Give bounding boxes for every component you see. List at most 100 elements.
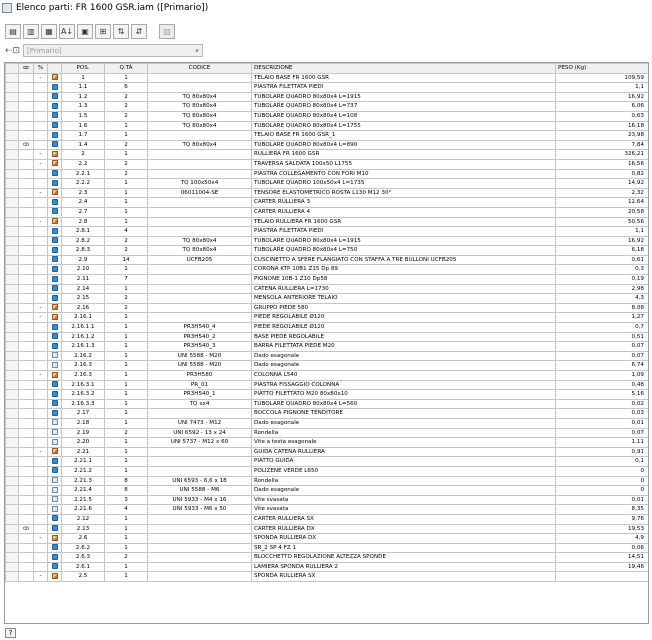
table-row[interactable]: 2.6.1 1 LAMIERA SPONDA RULLIERA 2 19,46 <box>5 561 648 573</box>
header-percent-col[interactable]: % <box>33 63 48 74</box>
tool-button-3[interactable]: ▦ <box>41 24 57 39</box>
table-row[interactable]: 1.3 2 TQ 80x80x4 TUBOLARE QUADRO 80x80x4 L=… <box>5 101 648 112</box>
table-row[interactable]: 2.14 1 CATENA RULLIERA L=1730 2,98 <box>5 283 648 295</box>
table-row[interactable]: - 2.2 2 TRAVERSA SALDATA 100x50 L1755 16,56 <box>5 158 648 170</box>
row-selector[interactable] <box>5 446 19 458</box>
chevron-down-icon[interactable]: ▾ <box>192 47 202 55</box>
row-selector[interactable] <box>5 187 19 199</box>
row-selector[interactable] <box>5 110 19 122</box>
row-selector[interactable] <box>5 312 19 324</box>
table-row[interactable]: 2.11 7 PIGNONE 10B-1 Z10 Dp58 0,19 <box>5 274 648 285</box>
row-expand-cell[interactable] <box>33 465 48 477</box>
header-link-icon-col[interactable]: ꝏ <box>18 63 34 74</box>
row-expand-cell[interactable] <box>33 206 48 218</box>
row-expand-cell[interactable] <box>33 456 48 467</box>
row-selector[interactable] <box>5 91 19 103</box>
row-expand-cell[interactable] <box>33 398 48 410</box>
row-expand-cell[interactable] <box>33 322 48 333</box>
row-selector[interactable] <box>5 101 19 112</box>
table-row[interactable]: 2.21.2 1 POLIZENE VERDE L650 0 <box>5 465 648 477</box>
row-selector[interactable] <box>5 216 19 228</box>
row-expand-cell[interactable] <box>33 475 48 487</box>
row-expand-cell[interactable]: - <box>33 302 48 314</box>
tool-button-9[interactable]: ▨ <box>159 24 175 39</box>
table-row[interactable]: 2.16.1.2 1 PR3H540_2 BASE PIEDE REGOLABILE 0… <box>5 331 648 343</box>
table-row[interactable]: - 2.8 1 TELAIO RULLIERA FR 1600 GSR 50,56 <box>5 216 648 228</box>
row-expand-cell[interactable] <box>33 178 48 189</box>
expand-toggle[interactable]: - <box>39 218 41 225</box>
row-expand-cell[interactable]: - <box>33 187 48 199</box>
tool-button-1[interactable]: ▤ <box>5 24 21 39</box>
table-row[interactable]: 2.21.4 8 UNI 5588 - M6 Dado esagonale 0 <box>5 485 648 496</box>
row-selector[interactable] <box>5 274 19 285</box>
header-code[interactable]: CODICE <box>147 63 252 74</box>
row-selector[interactable] <box>5 283 19 295</box>
expand-toggle[interactable]: - <box>39 573 41 580</box>
table-row[interactable]: 2.21.6 4 UNI 5933 - M6 x 50 Vite svasata 8,3… <box>5 504 648 515</box>
row-expand-cell[interactable]: - <box>33 370 48 381</box>
table-row[interactable]: 2.8.2 2 TQ 80x80x4 TUBOLARE QUADRO 80x80x4 … <box>5 235 648 247</box>
representation-dropdown[interactable]: [Primario] ▾ <box>23 44 203 57</box>
row-selector[interactable] <box>5 197 19 208</box>
row-expand-cell[interactable] <box>33 130 48 141</box>
row-selector[interactable] <box>5 341 19 352</box>
table-row[interactable]: ꝏ 2.13 1 CARTER RULLIERA DX 19,53 <box>5 523 648 535</box>
table-row[interactable]: 2.10 1 CORONA KTP 10B1 Z15 Dp 89 0,3 <box>5 264 648 276</box>
row-expand-cell[interactable] <box>33 437 48 448</box>
tool-button-2[interactable]: ▥ <box>23 24 39 39</box>
table-row[interactable]: 2.12 1 CARTER RULLIERA SX 9,76 <box>5 513 648 525</box>
row-selector[interactable] <box>5 437 19 448</box>
table-row[interactable]: - 2.16.3 1 PR3H580 COLONNA L540 1,09 <box>5 370 648 381</box>
row-expand-cell[interactable] <box>33 110 48 122</box>
row-expand-cell[interactable] <box>33 139 48 151</box>
row-selector[interactable] <box>5 408 19 419</box>
row-selector[interactable] <box>5 389 19 400</box>
row-expand-cell[interactable] <box>33 552 48 563</box>
row-selector[interactable] <box>5 523 19 535</box>
header-pos[interactable]: POS. <box>61 63 105 74</box>
table-row[interactable]: 2.9 14 UCFB205 CUSCINETTO A SFERE FLANGIATO… <box>5 254 648 266</box>
tool-button-7[interactable]: ⇅ <box>113 24 129 39</box>
row-selector[interactable] <box>5 226 19 237</box>
row-expand-cell[interactable] <box>33 120 48 132</box>
tool-button-8[interactable]: ⇵ <box>131 24 147 39</box>
row-expand-cell[interactable] <box>33 542 48 554</box>
expand-toggle[interactable]: - <box>39 160 41 167</box>
row-selector[interactable] <box>5 379 19 391</box>
row-expand-cell[interactable] <box>33 504 48 515</box>
row-selector[interactable] <box>5 370 19 381</box>
table-row[interactable]: 2.2.1 2 PIASTRA COLLEGAMENTO CON FORI M10 0… <box>5 168 648 180</box>
row-expand-cell[interactable] <box>33 245 48 256</box>
row-expand-cell[interactable] <box>33 274 48 285</box>
table-row[interactable]: 2.16.1.3 1 PR3H540_3 BARRA FILETTATA PIEDE … <box>5 341 648 352</box>
table-row[interactable]: 2.2.2 1 TQ 100x50x4 TUBOLARE QUADRO 100x50x… <box>5 178 648 189</box>
table-row[interactable]: 2.17 1 BOCCOLA PIGNONE TENDITORE 0,03 <box>5 408 648 419</box>
expand-toggle[interactable]: - <box>39 74 41 81</box>
row-selector[interactable] <box>5 561 19 573</box>
expand-toggle[interactable]: - <box>39 304 41 311</box>
row-selector[interactable] <box>5 264 19 276</box>
row-selector[interactable] <box>5 456 19 467</box>
table-row[interactable]: 2.6.3 2 BLOCCHETTO REGOLAZIONE ALTEZZA SPO… <box>5 552 648 563</box>
table-row[interactable]: 1.5 2 TQ 80x80x4 TUBOLARE QUADRO 80x80x4 L=… <box>5 110 648 122</box>
table-row[interactable]: 2.16.3 1 UNI 5588 - M20 Dado esagonale 6,74 <box>5 360 648 371</box>
table-row[interactable]: - 2.3 1 06011004-SE TENSORE ELASTOMETRICO RO… <box>5 187 648 199</box>
table-row[interactable]: - 2.16.1 1 PIEDE REGOLABILE Ø120 1,27 <box>5 312 648 324</box>
row-selector[interactable] <box>5 245 19 256</box>
row-selector[interactable] <box>5 82 19 93</box>
table-row[interactable]: 1.6 1 TQ 80x80x4 TUBOLARE QUADRO 80x80x4 L=… <box>5 120 648 132</box>
row-expand-cell[interactable] <box>33 264 48 276</box>
row-expand-cell[interactable] <box>33 101 48 112</box>
row-selector[interactable] <box>5 178 19 189</box>
row-expand-cell[interactable] <box>33 360 48 371</box>
row-expand-cell[interactable]: - <box>33 158 48 170</box>
expand-toggle[interactable]: - <box>39 535 41 542</box>
table-row[interactable]: 2.19 2 UNI 6592 - 13 x 24 Rondella 0,07 <box>5 427 648 439</box>
row-selector[interactable] <box>5 571 19 583</box>
table-row[interactable]: 2.4 1 CARTER RULLIERA 3 12,64 <box>5 197 648 208</box>
row-selector[interactable] <box>5 552 19 563</box>
row-expand-cell[interactable] <box>33 379 48 391</box>
header-description[interactable]: DESCRIZIONE <box>251 63 556 74</box>
row-selector[interactable] <box>5 350 19 362</box>
row-expand-cell[interactable] <box>33 389 48 400</box>
